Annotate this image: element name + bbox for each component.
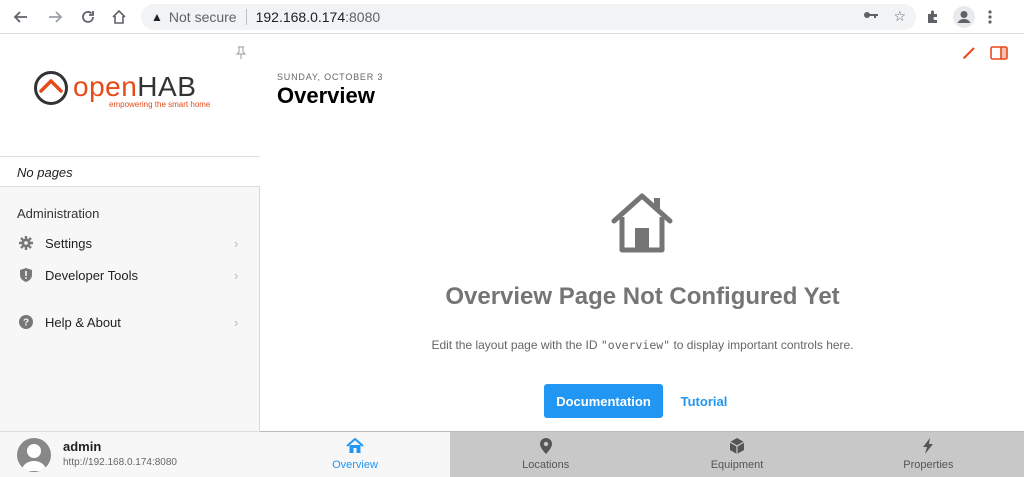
tab-label: Locations <box>522 459 570 471</box>
address-bar[interactable]: ▲ Not secure 192.168.0.174:8080 ☆ <box>141 4 916 30</box>
server-url: http://192.168.0.174:8080 <box>63 457 177 468</box>
pin-icon[interactable] <box>235 46 247 62</box>
star-icon[interactable]: ☆ <box>893 8 906 25</box>
browser-toolbar: ▲ Not secure 192.168.0.174:8080 ☆ <box>0 0 1024 34</box>
page-title: Overview <box>277 83 375 108</box>
logo-name-open: open <box>73 71 138 102</box>
logo-tagline: empowering the smart home <box>109 100 211 109</box>
logo-text: openHAB empowering the smart home <box>73 71 211 110</box>
map-pin-icon <box>539 437 552 455</box>
tab-equipment[interactable]: Equipment <box>641 432 832 477</box>
url-port: :8080 <box>345 9 381 25</box>
sidebar-item-developer-tools[interactable]: Developer Tools › <box>0 260 259 290</box>
key-icon[interactable] <box>863 8 879 25</box>
sidebar-item-help-about[interactable]: ? Help & About › <box>0 307 259 337</box>
sidebar-item-settings[interactable]: Settings › <box>0 228 259 258</box>
administration-heading: Administration <box>17 206 100 221</box>
tutorial-link[interactable]: Tutorial <box>674 384 734 418</box>
shield-icon <box>19 268 33 282</box>
edit-icon[interactable] <box>962 46 976 65</box>
no-pages-label: No pages <box>0 156 260 187</box>
bottom-tabbar: Overview Locations Equipment Properties <box>260 431 1024 477</box>
main-content: SUNDAY, OCTOBER 3 Overview Overview Page… <box>261 34 1024 431</box>
tab-overview[interactable]: Overview <box>260 432 450 477</box>
bolt-icon <box>922 437 934 455</box>
help-icon: ? <box>19 315 33 329</box>
svg-text:?: ? <box>23 318 29 329</box>
tab-properties[interactable]: Properties <box>833 432 1024 477</box>
description-text: Edit the layout page with the ID <box>431 338 601 352</box>
tab-locations[interactable]: Locations <box>450 432 641 477</box>
url-host: 192.168.0.174 <box>255 9 346 25</box>
tab-label: Properties <box>903 459 954 471</box>
empty-state-description: Edit the layout page with the ID "overvi… <box>261 338 1024 352</box>
gear-icon <box>19 236 33 250</box>
openhab-logo-icon[interactable] <box>33 70 69 106</box>
divider <box>245 9 247 25</box>
home-placeholder-icon <box>609 192 675 259</box>
security-label: Not secure <box>168 9 237 25</box>
description-text: to display important controls here. <box>670 338 854 352</box>
warning-icon: ▲ <box>151 10 163 24</box>
home-icon <box>346 437 364 455</box>
documentation-button[interactable]: Documentation <box>544 384 663 418</box>
sidebar: openHAB empowering the smart home No pag… <box>0 34 260 477</box>
reload-icon[interactable] <box>77 6 99 28</box>
chevron-right-icon: › <box>234 314 239 330</box>
logo-name-hab: HAB <box>137 71 197 102</box>
forward-icon[interactable] <box>44 6 66 28</box>
layout-id-code: "overview" <box>600 338 671 352</box>
chevron-right-icon: › <box>234 235 239 251</box>
tab-label: Overview <box>332 459 378 471</box>
sidebar-item-label: Help & About <box>45 314 121 330</box>
panel-toggle-icon[interactable] <box>990 46 1008 65</box>
sidebar-item-label: Settings <box>45 235 92 251</box>
back-icon[interactable] <box>10 6 32 28</box>
empty-state-title: Overview Page Not Configured Yet <box>445 283 840 310</box>
chevron-right-icon: › <box>234 267 239 283</box>
home-browser-icon[interactable] <box>108 6 130 28</box>
sidebar-item-label: Developer Tools <box>45 267 138 283</box>
avatar[interactable] <box>17 438 51 472</box>
extensions-icon[interactable] <box>925 9 941 30</box>
profile-icon[interactable] <box>953 6 975 33</box>
user-name: admin <box>63 439 102 454</box>
cube-icon <box>729 437 745 455</box>
user-profile[interactable]: admin http://192.168.0.174:8080 <box>0 431 260 477</box>
logo-area: openHAB empowering the smart home <box>0 34 260 156</box>
tab-label: Equipment <box>710 459 764 471</box>
page-date: SUNDAY, OCTOBER 3 <box>277 72 384 82</box>
browser-menu-icon[interactable] <box>987 9 993 30</box>
